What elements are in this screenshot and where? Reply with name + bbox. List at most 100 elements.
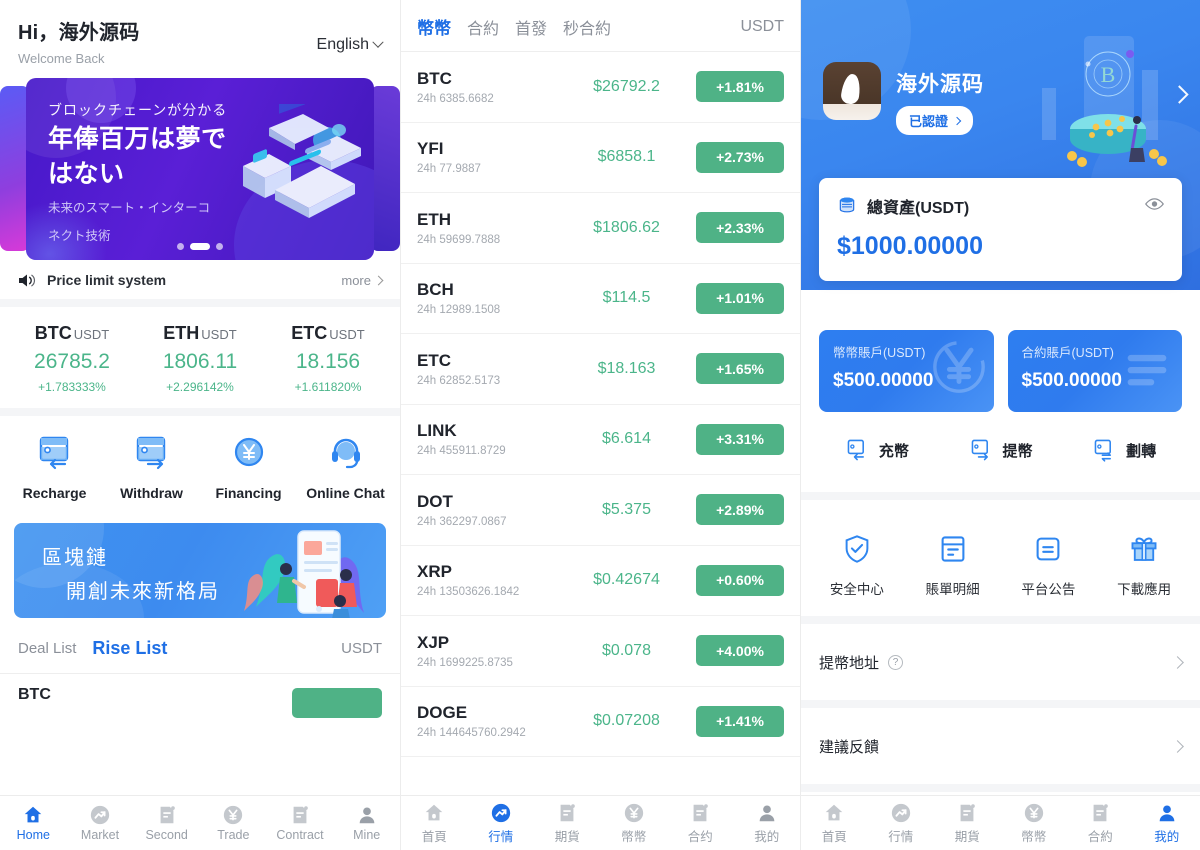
table-row[interactable]: LINK 24h 455911.8729 $6.614 +3.31%	[401, 405, 800, 475]
ticker-item[interactable]: BTC USDT 26785.2 +1.783333%	[8, 323, 136, 394]
tab-coin-coin[interactable]: 幣幣	[417, 14, 451, 39]
doc-icon	[667, 802, 734, 824]
list-item-feedback[interactable]: 建議反饋	[801, 708, 1200, 784]
tab-first-launch[interactable]: 首發	[515, 15, 547, 39]
coin-change-badge: +1.65%	[696, 353, 784, 385]
carousel-dot[interactable]	[216, 243, 223, 250]
carousel-dot[interactable]	[177, 243, 184, 250]
coin-stack-icon	[839, 197, 855, 213]
action-recharge[interactable]: Recharge	[6, 434, 103, 501]
grid-download-app[interactable]: 下載應用	[1096, 534, 1192, 598]
grid-announcement[interactable]: 平台公告	[1001, 534, 1097, 598]
tab-mine[interactable]: Mine	[333, 804, 400, 842]
tab-contract[interactable]: 合约	[667, 802, 734, 845]
tab-home[interactable]: 首頁	[401, 802, 468, 845]
account-cards: 幣幣賬戶(USDT) $500.00000 合約賬戶(USDT) $500.00…	[819, 330, 1182, 412]
tab-deal-list[interactable]: Deal List	[18, 640, 76, 657]
notice-bar[interactable]: Price limit system more	[0, 263, 400, 307]
carousel-dot-active[interactable]	[190, 243, 210, 250]
trend-icon	[67, 804, 134, 826]
tab-label: 首頁	[821, 829, 847, 844]
account-card-spot[interactable]: 幣幣賬戶(USDT) $500.00000	[819, 330, 994, 412]
table-row[interactable]: ETC 24h 62852.5173 $18.163 +1.65%	[401, 334, 800, 405]
yen-watermark-icon	[932, 341, 985, 393]
tab-mine[interactable]: 我的	[734, 802, 801, 845]
tab-label: 首頁	[421, 829, 447, 844]
op-deposit[interactable]: 充幣	[815, 438, 939, 462]
grid-bill-details[interactable]: 賬單明細	[905, 534, 1001, 598]
ticker-price: 18.156	[295, 350, 361, 373]
coin-change-badge: +4.00%	[696, 635, 784, 667]
tab-second-contract[interactable]: 秒合約	[563, 15, 611, 39]
panel-profile: B 海外源码 已認證 總資產(USDT) $1000.00000 幣幣賬戶(US…	[800, 0, 1200, 850]
tab-coin-coin[interactable]: 幣幣	[601, 802, 668, 845]
action-online-chat[interactable]: Online Chat	[297, 434, 394, 501]
coin-price: $26792.2	[593, 77, 660, 95]
table-row[interactable]: XJP 24h 1699225.8735 $0.078 +4.00%	[401, 616, 800, 687]
tab-futures[interactable]: 期貨	[934, 802, 1001, 845]
grid-label: 安全中心	[829, 582, 884, 597]
table-row[interactable]: BTC 24h 6385.6682 $26792.2 +1.81%	[401, 52, 800, 123]
verified-label: 已認證	[909, 114, 949, 129]
tab-label: 行情	[888, 829, 914, 844]
tab-label: Home	[16, 828, 50, 842]
tab-trade[interactable]: Trade	[200, 804, 267, 842]
tab-contract[interactable]: 合約	[1067, 802, 1134, 845]
table-row[interactable]: YFI 24h 77.9887 $6858.1 +2.73%	[401, 123, 800, 193]
tab-market[interactable]: Market	[67, 804, 134, 842]
tab-market[interactable]: 行情	[868, 802, 935, 845]
ticker-item[interactable]: ETH USDT 1806.11 +2.296142%	[136, 323, 264, 394]
slide-line1: ブロックチェーンが分かる	[48, 102, 228, 118]
table-row[interactable]: DOT 24h 362297.0867 $5.375 +2.89%	[401, 475, 800, 546]
carousel-next-slide[interactable]	[370, 86, 400, 251]
tab-label: 期貨	[954, 829, 980, 844]
tab-label: Second	[145, 828, 188, 842]
promo-banner-secondary[interactable]: 區塊鏈 開創未來新格局	[14, 523, 386, 618]
carousel-dots[interactable]	[26, 243, 374, 250]
tab-rise-list[interactable]: Rise List	[92, 638, 167, 659]
table-row[interactable]: BCH 24h 12989.1508 $114.5 +1.01%	[401, 264, 800, 334]
notice-more-button[interactable]: more	[341, 273, 384, 288]
list-item-label: 建議反饋	[819, 738, 880, 756]
doc-icon	[133, 804, 200, 826]
help-icon[interactable]: ?	[888, 654, 904, 670]
account-card-contract[interactable]: 合約賬戶(USDT) $500.00000	[1007, 330, 1182, 412]
promo-carousel[interactable]: ブロックチェーンが分かる 年俸百万は夢で はない 未来のスマート・インターコ ネ…	[0, 78, 400, 263]
tab-home[interactable]: Home	[0, 804, 67, 842]
carousel-active-slide[interactable]: ブロックチェーンが分かる 年俸百万は夢で はない 未来のスマート・インターコ ネ…	[26, 78, 374, 260]
grid-label: 平台公告	[1021, 582, 1076, 597]
coin-price: $0.07208	[593, 712, 660, 730]
grid-security-center[interactable]: 安全中心	[809, 534, 905, 598]
three-phone-screens: Hi，海外源码 Welcome Back English ブロックチェーンが分か…	[0, 0, 1200, 850]
tab-mine[interactable]: 我的	[1134, 802, 1200, 845]
verified-badge[interactable]: 已認證	[896, 106, 974, 135]
tab-second[interactable]: Second	[133, 804, 200, 842]
table-row[interactable]: DOGE 24h 144645760.2942 $0.07208 +1.41%	[401, 687, 800, 757]
table-row[interactable]: XRP 24h 13503626.1842 $0.42674 +0.60%	[401, 546, 800, 616]
op-withdraw[interactable]: 提幣	[939, 438, 1063, 462]
language-selector[interactable]: English	[317, 36, 384, 54]
tab-contract[interactable]: 合約	[467, 15, 499, 39]
action-withdraw[interactable]: Withdraw	[103, 434, 200, 501]
avatar[interactable]	[823, 62, 881, 120]
doc-icon	[934, 802, 1001, 824]
action-financing[interactable]: Financing	[200, 434, 297, 501]
person-icon	[734, 802, 801, 824]
list-item-withdraw-address[interactable]: 提幣地址 ?	[801, 624, 1200, 700]
tab-contract[interactable]: Contract	[267, 804, 334, 842]
tab-coin-coin[interactable]: 幣幣	[1001, 802, 1068, 845]
coin-change-badge: +2.33%	[696, 212, 784, 244]
tab-futures[interactable]: 期貨	[534, 802, 601, 845]
panel-home: Hi，海外源码 Welcome Back English ブロックチェーンが分か…	[0, 0, 400, 850]
tab-home[interactable]: 首頁	[801, 802, 868, 845]
op-transfer[interactable]: 劃轉	[1062, 438, 1186, 462]
tab-market[interactable]: 行情	[468, 802, 535, 845]
home-icon	[801, 802, 868, 824]
ticker-symbol: ETH	[163, 323, 200, 343]
eye-toggle-icon[interactable]	[1145, 197, 1164, 216]
welcome-text: Welcome Back	[18, 51, 105, 66]
ticker-item[interactable]: ETC USDT 18.156 +1.611820%	[264, 323, 392, 394]
table-row[interactable]: ETH 24h 59699.7888 $1806.62 +2.33%	[401, 193, 800, 264]
coin-volume: 24h 144645760.2942	[417, 727, 526, 740]
partial-coin-row[interactable]: BTC	[0, 674, 400, 720]
